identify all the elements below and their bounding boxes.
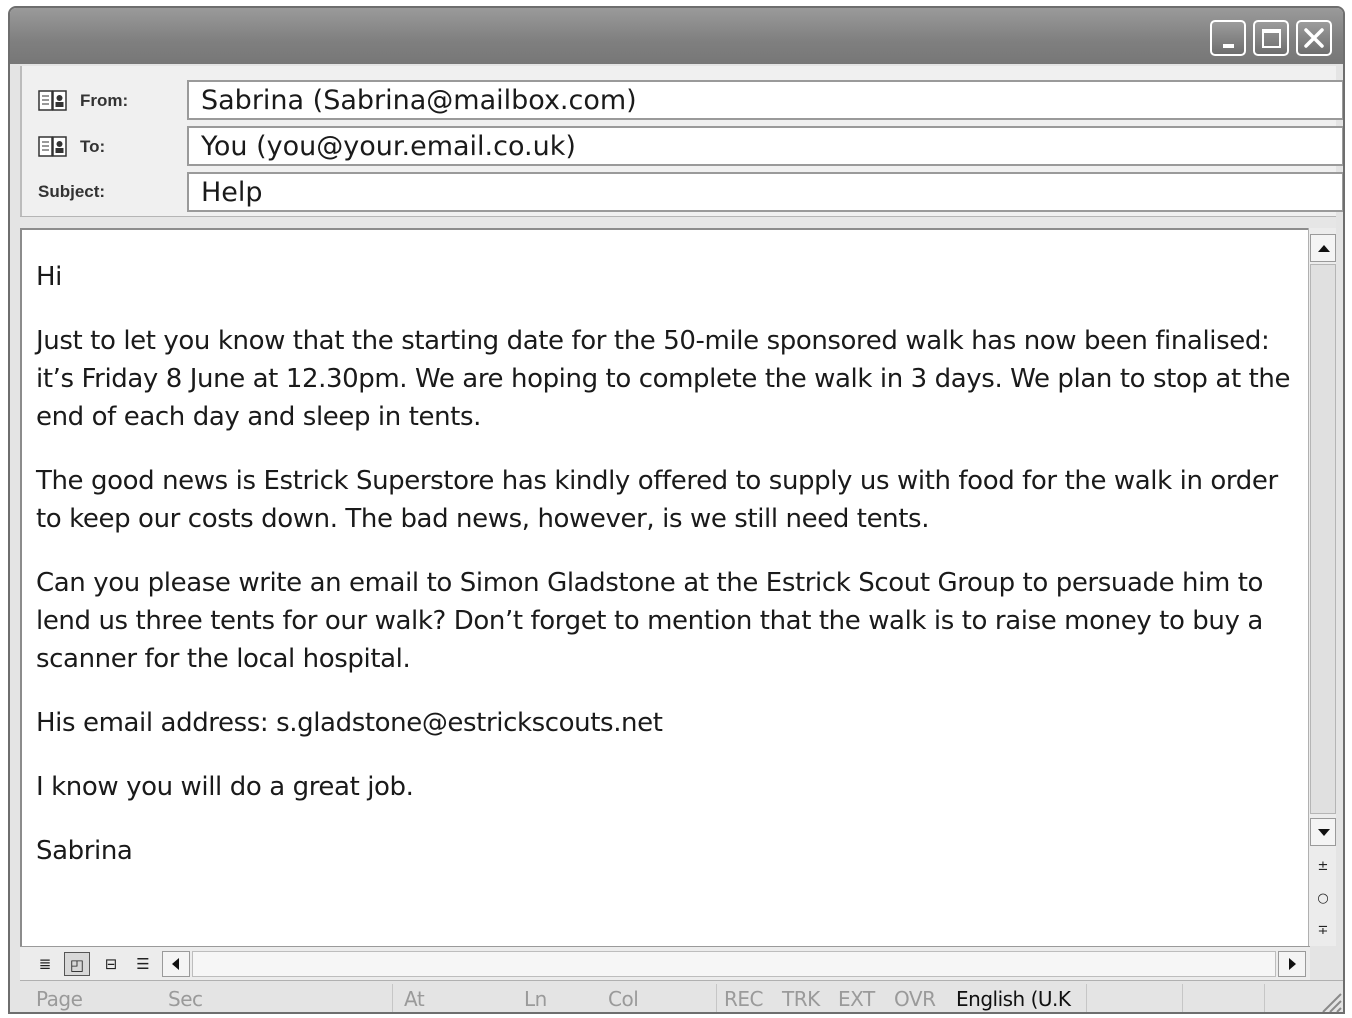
to-label-group[interactable]: To:: [38, 136, 105, 158]
body-paragraph: Just to let you know that the starting d…: [36, 326, 1291, 432]
select-browse-object-button[interactable]: ○: [1309, 886, 1337, 912]
to-field[interactable]: You (you@your.email.co.uk): [187, 126, 1343, 166]
scroll-right-icon: [1289, 958, 1296, 970]
address-book-icon: [38, 90, 67, 111]
scroll-up-button[interactable]: [1310, 234, 1336, 262]
from-label: From:: [80, 91, 129, 110]
close-icon: [1304, 28, 1324, 48]
status-rec[interactable]: REC: [724, 987, 764, 1011]
status-page: Page: [36, 987, 83, 1011]
scroll-right-button[interactable]: [1278, 951, 1306, 977]
status-line: Ln: [524, 987, 547, 1011]
close-button[interactable]: [1296, 20, 1332, 56]
minimize-icon: [1223, 44, 1234, 48]
body-paragraph: Hi: [36, 262, 62, 292]
email-window: From: Sabrina (Sabrina@mailbox.com) To: …: [8, 6, 1345, 1014]
header-divider: [20, 216, 1336, 228]
status-separator: [1182, 984, 1183, 1012]
to-row: To: You (you@your.email.co.uk): [22, 126, 1343, 166]
message-body[interactable]: Hi Just to let you know that the startin…: [20, 228, 1308, 946]
scroll-left-icon: [172, 958, 179, 970]
body-paragraph: Sabrina: [36, 836, 133, 866]
status-ext[interactable]: EXT: [838, 987, 875, 1011]
message-header: From: Sabrina (Sabrina@mailbox.com) To: …: [20, 66, 1343, 216]
address-book-icon: [38, 136, 67, 157]
body-paragraph: I know you will do a great job.: [36, 772, 414, 802]
body-paragraph: His email address: s.gladstone@estricksc…: [36, 708, 663, 738]
maximize-button[interactable]: [1253, 20, 1289, 56]
status-separator: [1086, 984, 1087, 1012]
status-trk[interactable]: TRK: [782, 987, 820, 1011]
outline-view-button[interactable]: ☰: [130, 952, 156, 976]
normal-view-button[interactable]: ≣: [32, 952, 58, 976]
previous-page-button[interactable]: ±: [1309, 854, 1337, 880]
body-paragraph: The good news is Estrick Superstore has …: [36, 466, 1278, 534]
maximize-icon: [1262, 29, 1281, 48]
status-separator: [392, 984, 393, 1012]
scroll-down-button[interactable]: [1310, 818, 1336, 846]
resize-grip-icon[interactable]: [1315, 986, 1343, 1014]
subject-field[interactable]: Help: [187, 172, 1343, 212]
print-layout-view-button[interactable]: ⊟: [98, 952, 124, 976]
status-at: At: [404, 987, 425, 1011]
minimize-button[interactable]: [1210, 20, 1246, 56]
horizontal-scrollbar-row: ≣ ◰ ⊟ ☰: [20, 946, 1310, 980]
subject-label: Subject:: [38, 182, 106, 201]
from-field[interactable]: Sabrina (Sabrina@mailbox.com): [187, 80, 1343, 120]
status-column: Col: [608, 987, 639, 1011]
status-separator: [716, 984, 717, 1012]
status-bar: Page Sec At Ln Col REC TRK EXT OVR Engli…: [20, 980, 1343, 1014]
scroll-left-button[interactable]: [162, 951, 190, 977]
horizontal-scroll-track[interactable]: [192, 951, 1276, 977]
vertical-scrollbar[interactable]: ± ○ ∓: [1308, 228, 1336, 946]
scroll-thumb[interactable]: [1310, 264, 1336, 814]
scroll-down-icon: [1318, 829, 1330, 836]
subject-row: Subject: Help: [22, 172, 1343, 212]
status-section: Sec: [168, 987, 203, 1011]
title-bar: [10, 8, 1343, 64]
status-language[interactable]: English (U.K: [956, 987, 1071, 1011]
body-paragraph: Can you please write an email to Simon G…: [36, 568, 1264, 674]
next-page-button[interactable]: ∓: [1309, 918, 1337, 944]
from-label-group[interactable]: From:: [38, 90, 128, 112]
web-layout-view-button[interactable]: ◰: [64, 952, 90, 976]
status-ovr[interactable]: OVR: [894, 987, 936, 1011]
to-label: To:: [80, 137, 106, 156]
from-row: From: Sabrina (Sabrina@mailbox.com): [22, 80, 1343, 120]
status-separator: [1264, 984, 1265, 1012]
scroll-up-icon: [1318, 245, 1330, 252]
